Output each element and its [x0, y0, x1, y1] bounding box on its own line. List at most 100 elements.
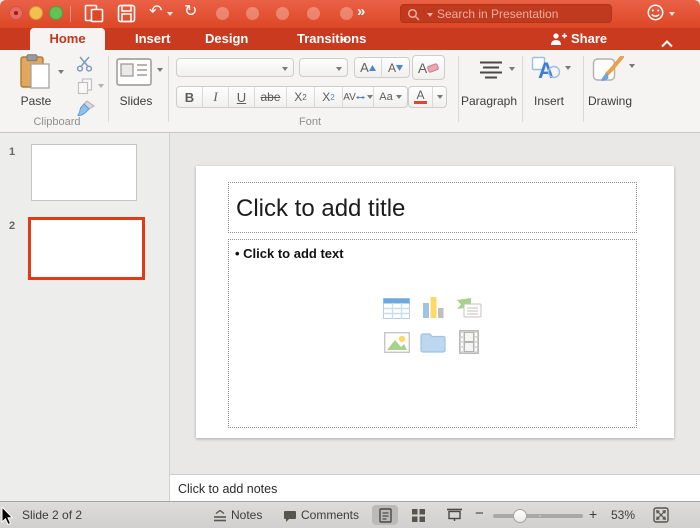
- search-field[interactable]: [400, 4, 612, 23]
- search-scope-caret[interactable]: [427, 13, 433, 17]
- tab-insert[interactable]: Insert: [135, 28, 170, 50]
- character-spacing-button[interactable]: AV: [343, 87, 374, 107]
- superscript-button[interactable]: X2: [287, 87, 315, 107]
- search-icon: [407, 8, 420, 21]
- slides-dropdown-caret[interactable]: [157, 68, 163, 72]
- drawing-button[interactable]: [592, 55, 624, 89]
- toolbar-overflow-chevrons[interactable]: »: [357, 3, 365, 20]
- copy-dropdown-caret[interactable]: [98, 84, 104, 88]
- slideshow-view-button[interactable]: [441, 505, 467, 525]
- slides-button[interactable]: [116, 58, 152, 91]
- insert-picture-icon[interactable]: [383, 328, 411, 356]
- notes-toggle-icon[interactable]: [213, 509, 227, 525]
- zoom-in-button[interactable]: +: [589, 506, 597, 522]
- bold-button[interactable]: B: [177, 87, 203, 107]
- comments-toggle-label[interactable]: Comments: [301, 508, 359, 522]
- zoom-slider-thumb[interactable]: [513, 509, 527, 523]
- drawing-label: Drawing: [587, 94, 632, 108]
- font-group-label: Font: [298, 116, 321, 128]
- paragraph-dropdown-caret[interactable]: [509, 67, 515, 71]
- paste-clipboard-icon: [20, 54, 50, 89]
- zoom-level[interactable]: 53%: [611, 508, 635, 522]
- zoom-slider-track[interactable]: [493, 509, 583, 523]
- paste-label: Paste: [20, 94, 52, 108]
- insert-button[interactable]: A: [531, 56, 561, 87]
- zoom-detent-dot: [539, 515, 541, 517]
- font-color-button[interactable]: A: [408, 86, 447, 108]
- slide-sorter-view-button[interactable]: [405, 505, 431, 525]
- font-color-glyph: A: [409, 87, 433, 107]
- drawing-brush-icon: [592, 55, 624, 81]
- insert-table-icon[interactable]: [383, 294, 411, 322]
- italic-button[interactable]: I: [203, 87, 229, 107]
- feedback-dropdown-caret[interactable]: [669, 12, 675, 16]
- paragraph-label: Paragraph: [460, 94, 518, 108]
- svg-text:A: A: [538, 58, 554, 82]
- search-input[interactable]: [437, 5, 607, 22]
- insert-folder-icon[interactable]: [419, 328, 447, 356]
- tab-transitions[interactable]: Transitions: [297, 28, 366, 50]
- undo-icon[interactable]: ↶: [149, 2, 162, 22]
- ghost-toolbar-icon: [340, 7, 353, 20]
- paste-dropdown-caret[interactable]: [58, 70, 64, 74]
- group-divider: [583, 56, 584, 122]
- notes-pane[interactable]: Click to add notes: [170, 474, 700, 501]
- slide-canvas[interactable]: Click to add title • Click to add text: [196, 166, 674, 438]
- zoom-window-button[interactable]: [49, 6, 63, 20]
- slide-editing-area: Click to add title • Click to add text: [170, 133, 700, 474]
- share-person-icon: [551, 33, 567, 45]
- normal-view-icon: [378, 507, 392, 523]
- strikethrough-button[interactable]: abe: [255, 87, 287, 107]
- subscript-button[interactable]: X2: [315, 87, 343, 107]
- insert-label: Insert: [533, 94, 564, 108]
- cut-button[interactable]: [76, 56, 94, 77]
- insert-chart-icon[interactable]: [419, 294, 447, 322]
- minimize-window-button[interactable]: [29, 6, 43, 20]
- share-label: Share: [571, 31, 608, 46]
- zoom-out-button[interactable]: −: [475, 505, 484, 522]
- powerpoint-window: ↶ ↻ » Home Insert Design Transitions » S…: [0, 0, 700, 528]
- slide-1-thumbnail[interactable]: [31, 144, 137, 201]
- new-presentation-icon[interactable]: [84, 4, 104, 28]
- change-case-button[interactable]: Aa: [374, 87, 407, 107]
- font-size-combobox[interactable]: [299, 58, 348, 77]
- comments-toggle-icon[interactable]: [283, 510, 297, 526]
- underline-button[interactable]: U: [229, 87, 255, 107]
- shrink-font-button[interactable]: A: [382, 58, 409, 77]
- redo-icon[interactable]: ↻: [184, 2, 197, 22]
- content-insert-icons: [383, 294, 483, 356]
- paragraph-lines-icon: [480, 61, 502, 79]
- font-name-combobox[interactable]: [176, 58, 294, 77]
- title-placeholder[interactable]: Click to add title: [228, 182, 637, 233]
- ghost-toolbar-icon: [307, 7, 320, 20]
- undo-dropdown-caret[interactable]: [167, 12, 173, 16]
- format-painter-brush-icon: [77, 100, 95, 117]
- paste-button[interactable]: [18, 54, 52, 95]
- font-color-caret[interactable]: [433, 87, 446, 107]
- insert-smartart-icon[interactable]: [455, 294, 483, 322]
- tab-home[interactable]: Home: [30, 28, 105, 50]
- paragraph-button[interactable]: [477, 60, 505, 85]
- group-divider: [522, 56, 523, 122]
- insert-media-icon[interactable]: [455, 328, 483, 356]
- content-placeholder[interactable]: • Click to add text: [228, 239, 637, 428]
- close-window-button[interactable]: [9, 6, 23, 20]
- spacing-arrows-icon: [355, 95, 365, 99]
- notes-toggle-label[interactable]: Notes: [231, 508, 262, 522]
- slide-2-thumbnail-selected[interactable]: [28, 217, 145, 280]
- drawing-dropdown-caret[interactable]: [629, 64, 635, 68]
- fit-slide-to-window-icon[interactable]: [653, 507, 669, 526]
- tab-overflow-chevrons[interactable]: »: [340, 28, 347, 50]
- normal-view-button[interactable]: [372, 505, 398, 525]
- slide-2-number: 2: [9, 220, 16, 232]
- feedback-smiley-icon[interactable]: [646, 3, 665, 27]
- titlebar-divider: [70, 6, 71, 22]
- scissors-icon: [76, 56, 93, 72]
- copy-button[interactable]: [77, 78, 93, 100]
- tab-design[interactable]: Design: [205, 28, 248, 50]
- insert-dropdown-caret[interactable]: [565, 66, 571, 70]
- grow-font-button[interactable]: A: [355, 58, 382, 77]
- save-icon[interactable]: [117, 4, 136, 28]
- shrink-font-arrow-icon: [396, 64, 403, 71]
- clear-formatting-button[interactable]: A: [412, 55, 445, 80]
